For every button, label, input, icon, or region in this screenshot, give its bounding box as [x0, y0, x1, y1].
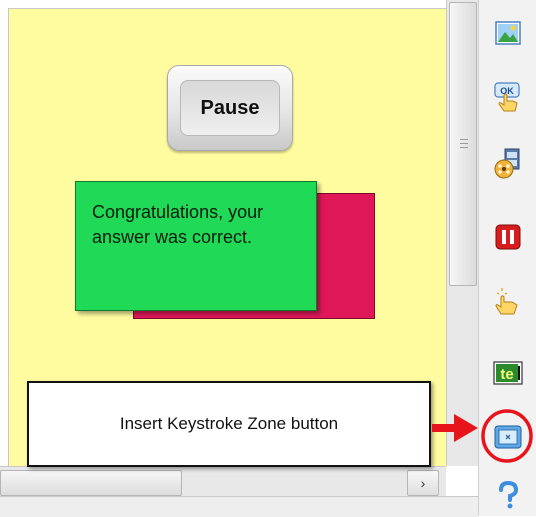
- insert-click-zone-button[interactable]: [493, 286, 523, 316]
- scroll-right-arrow[interactable]: ›: [407, 470, 439, 496]
- film-reel-icon: [494, 148, 520, 179]
- pause-button-label: Pause: [180, 80, 280, 136]
- insert-text-entry-button[interactable]: te: [493, 358, 523, 388]
- grip-line: [460, 139, 468, 140]
- status-strip: [0, 496, 478, 517]
- help-button[interactable]: [493, 480, 523, 510]
- success-caption[interactable]: Congratulations, your answer was correct…: [75, 181, 317, 311]
- pause-icon: [495, 224, 521, 250]
- vertical-scrollbar[interactable]: [446, 0, 479, 466]
- annotation-arrow: [432, 414, 478, 442]
- grip-line: [460, 147, 468, 148]
- ok-label: OK: [500, 86, 514, 96]
- insert-image-button[interactable]: [493, 18, 523, 48]
- text-entry-icon: te: [493, 361, 523, 385]
- text-entry-label: te: [500, 366, 513, 383]
- editor-window: Pause Congratulations, your answer was c…: [0, 0, 536, 517]
- insert-animation-button[interactable]: [493, 148, 523, 179]
- highlight-ring: [481, 409, 533, 463]
- annotation-callout: Insert Keystroke Zone button: [27, 381, 431, 467]
- horizontal-scroll-thumb[interactable]: [0, 470, 182, 496]
- horizontal-scrollbar[interactable]: ›: [0, 466, 446, 497]
- success-caption-text: Congratulations, your answer was correct…: [92, 202, 264, 247]
- annotation-callout-text: Insert Keystroke Zone button: [119, 414, 339, 433]
- help-icon: [499, 480, 519, 509]
- image-icon: [495, 21, 521, 45]
- ok-button-hand-icon: OK: [494, 82, 520, 112]
- pause-button[interactable]: Pause: [167, 65, 293, 151]
- insert-button-button[interactable]: OK: [493, 82, 523, 112]
- pointing-hand-icon: [495, 288, 518, 315]
- vertical-scroll-thumb[interactable]: [449, 2, 477, 286]
- insert-pause-button[interactable]: [493, 222, 523, 252]
- grip-line: [460, 143, 468, 144]
